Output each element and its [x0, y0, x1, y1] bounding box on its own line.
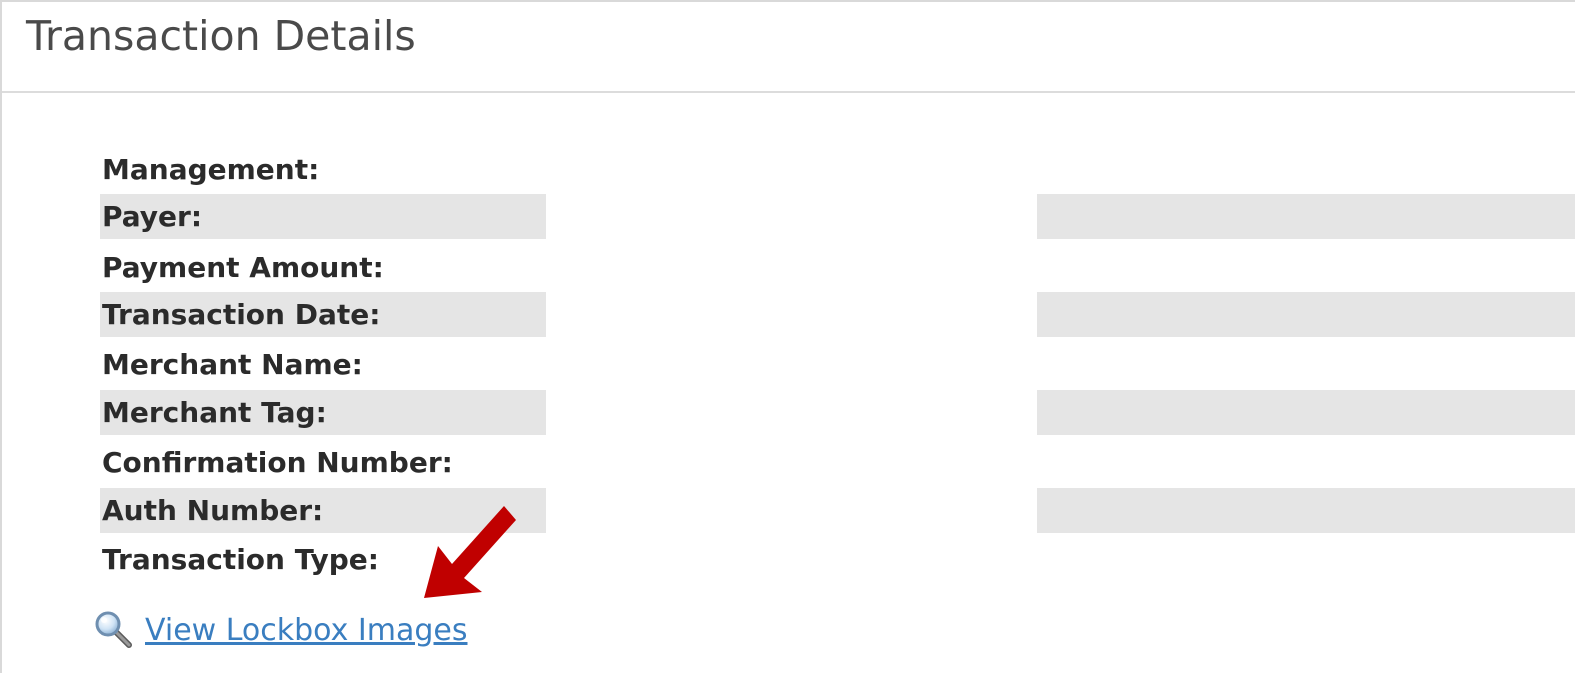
field-label-management: Management: — [102, 153, 320, 186]
detail-row-merchant-name: Merchant Name: — [2, 342, 1575, 387]
label-cell: Payment Amount: — [100, 245, 546, 290]
panel-title: Transaction Details — [26, 12, 416, 60]
value-cell — [1037, 292, 1575, 337]
detail-row-payer: Payer: — [2, 194, 1575, 239]
field-label-merchant-tag: Merchant Tag: — [102, 396, 327, 429]
label-cell: Merchant Name: — [100, 342, 546, 387]
detail-row-payment-amount: Payment Amount: — [2, 245, 1575, 290]
field-label-merchant-name: Merchant Name: — [102, 348, 363, 381]
label-cell: Transaction Date: — [100, 292, 546, 337]
detail-row-transaction-date: Transaction Date: — [2, 292, 1575, 337]
label-cell: Confirmation Number: — [100, 440, 546, 485]
magnifier-icon[interactable] — [94, 610, 134, 650]
panel-header: Transaction Details — [2, 2, 1575, 93]
label-cell: Payer: — [100, 194, 546, 239]
detail-row-auth-number: Auth Number: — [2, 488, 1575, 533]
field-label-auth-number: Auth Number: — [102, 494, 324, 527]
value-cell — [1037, 147, 1575, 192]
value-cell — [1037, 342, 1575, 387]
field-label-transaction-date: Transaction Date: — [102, 298, 381, 331]
value-cell — [1037, 488, 1575, 533]
value-cell — [1037, 537, 1575, 582]
value-cell — [1037, 245, 1575, 290]
detail-row-transaction-type: Transaction Type: — [2, 537, 1575, 582]
value-cell — [1037, 440, 1575, 485]
detail-row-management: Management: — [2, 147, 1575, 192]
field-label-payment-amount: Payment Amount: — [102, 251, 384, 284]
field-label-payer: Payer: — [102, 200, 203, 233]
value-cell — [1037, 390, 1575, 435]
transaction-details-panel: Transaction Details Management: Payer: P… — [0, 0, 1575, 673]
field-label-transaction-type: Transaction Type: — [102, 543, 379, 576]
view-lockbox-images-link[interactable]: View Lockbox Images — [145, 613, 468, 648]
value-cell — [1037, 194, 1575, 239]
detail-row-merchant-tag: Merchant Tag: — [2, 390, 1575, 435]
view-lockbox-images-link-group[interactable]: View Lockbox Images — [94, 608, 468, 652]
red-arrow-icon — [424, 506, 516, 598]
label-cell: Management: — [100, 147, 546, 192]
label-cell: Merchant Tag: — [100, 390, 546, 435]
field-label-confirmation-number: Confirmation Number: — [102, 446, 453, 479]
detail-row-confirmation-number: Confirmation Number: — [2, 440, 1575, 485]
